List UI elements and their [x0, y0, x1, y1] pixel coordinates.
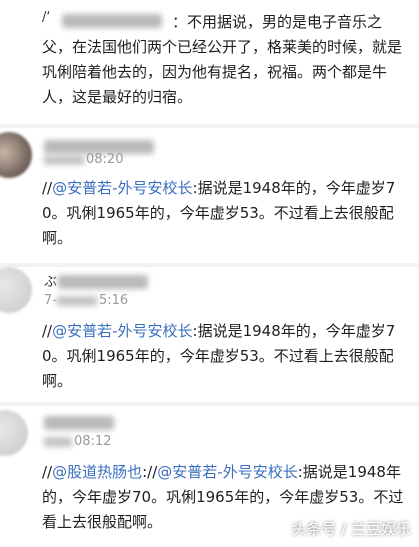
watermark: 头条号 / 兰豆娱乐 — [291, 520, 411, 538]
username-redacted — [44, 416, 114, 430]
comment-card: 08:20 //@安普若-外号安校长:据说是1948年的，今年虚岁70。巩俐19… — [0, 128, 419, 263]
username-redacted — [58, 275, 148, 289]
reply-prefix: // — [42, 179, 53, 197]
comment-username[interactable]: ぶ — [44, 271, 57, 290]
comment-text: ：不用据说，男的是电子音乐之父，在法国他们两个已经公开了，格莱美的时候，就是巩俐… — [42, 10, 409, 110]
mention-link[interactable]: @股道热肠也 — [52, 463, 142, 481]
mention-link[interactable]: @安普若-外号安校长 — [52, 322, 192, 340]
reply-prefix: // — [42, 463, 53, 481]
avatar[interactable] — [0, 267, 32, 313]
comment-timestamp: 7- 5:16 — [44, 293, 129, 308]
mention-link[interactable]: @安普若-外号安校长 — [157, 463, 297, 481]
avatar[interactable] — [0, 132, 32, 178]
reply-separator: :// — [142, 463, 158, 481]
comment-timestamp: 08:12 — [44, 434, 111, 449]
reply-prefix: // — [42, 322, 53, 340]
comment-card: ぶ 7- 5:16 //@安普若-外号安校长:据说是1948年的，今年虚岁70。巩… — [0, 267, 419, 402]
comment-text: //@安普若-外号安校长:据说是1948年的，今年虚岁70。巩俐1965年的，今… — [42, 319, 409, 394]
comment-timestamp: 08:20 — [44, 152, 123, 167]
comment-card: /‘ ：不用据说，男的是电子音乐之父，在法国他们两个已经公开了，格莱美的时候，就… — [0, 0, 419, 124]
comment-text-content: ：不用据说，男的是电子音乐之父，在法国他们两个已经公开了，格莱美的时候，就是巩俐… — [42, 13, 403, 106]
mention-link[interactable]: @安普若-外号安校长 — [52, 179, 192, 197]
avatar[interactable] — [0, 410, 28, 456]
comment-text: //@安普若-外号安校长:据说是1948年的，今年虚岁70。巩俐1965年的，今… — [42, 176, 409, 251]
comment-card: 08:12 //@股道热肠也://@安普若-外号安校长:据说是1948年的，今年… — [0, 406, 419, 547]
